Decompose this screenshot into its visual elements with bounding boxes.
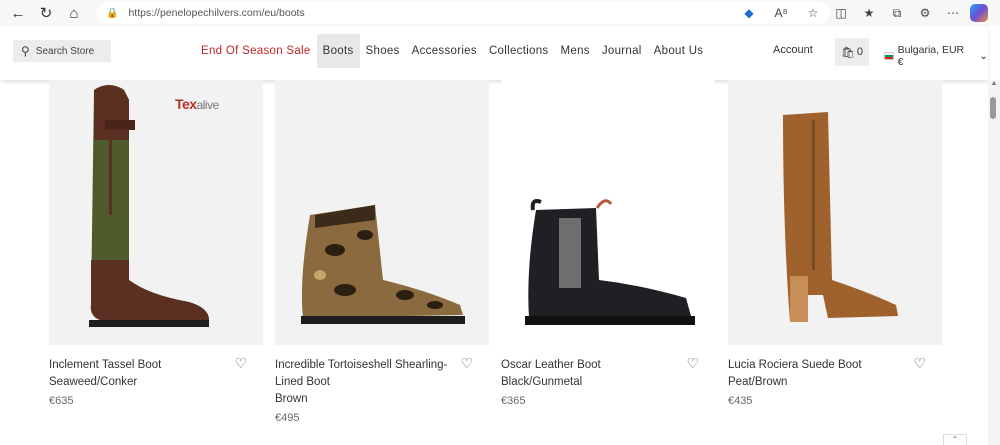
product-color: Brown xyxy=(275,393,308,405)
product-card[interactable]: Lucia Rociera Suede Boot Peat/Brown €435… xyxy=(728,80,942,407)
product-image[interactable] xyxy=(275,80,489,345)
extensions-icon[interactable]: ⚙ xyxy=(914,3,936,23)
product-color: Black/Gunmetal xyxy=(501,376,583,388)
product-price: €495 xyxy=(275,412,300,424)
scrollbar-thumb[interactable] xyxy=(990,97,996,119)
tag-icon[interactable]: ◆ xyxy=(738,3,760,23)
bag-icon: 🛍 xyxy=(841,46,855,59)
nav-item-sale[interactable]: End Of Season Sale xyxy=(195,34,317,68)
product-color: Peat/Brown xyxy=(728,376,788,388)
scrollbar[interactable] xyxy=(988,80,1000,445)
more-menu-icon[interactable]: ⋯ xyxy=(942,3,964,23)
favorites-icon[interactable]: ★ xyxy=(858,3,880,23)
back-icon[interactable]: ← xyxy=(4,1,32,25)
product-image[interactable]: Texalive xyxy=(49,80,263,345)
site-header: ⚲ Search Store End Of Season Sale Boots … xyxy=(0,26,988,80)
bag-count: 0 xyxy=(856,46,863,58)
search-icon: ⚲ xyxy=(21,44,30,58)
heart-icon[interactable]: ♡ xyxy=(234,355,247,372)
product-card[interactable]: Texalive Inclement Tassel Boot Seaweed/C… xyxy=(49,80,263,407)
nav-item-about[interactable]: About Us xyxy=(648,34,710,68)
heart-icon[interactable]: ♡ xyxy=(686,355,699,372)
browser-toolbar: ← ↻ ⌂ 🔒 https://penelopechilvers.com/eu/… xyxy=(0,0,1000,26)
product-name[interactable]: Inclement Tassel Boot xyxy=(49,357,263,374)
search-placeholder: Search Store xyxy=(35,45,95,57)
product-name[interactable]: Oscar Leather Boot xyxy=(501,357,715,374)
chevron-down-icon: ⌄ xyxy=(979,50,988,62)
split-screen-icon[interactable]: ◫ xyxy=(830,3,852,23)
address-bar[interactable]: 🔒 https://penelopechilvers.com/eu/boots … xyxy=(96,2,830,24)
product-image[interactable] xyxy=(728,80,942,345)
product-color: Seaweed/Conker xyxy=(49,376,138,388)
main-navigation: End Of Season Sale Boots Shoes Accessori… xyxy=(195,34,709,68)
nav-item-shoes[interactable]: Shoes xyxy=(360,34,406,68)
nav-item-journal[interactable]: Journal xyxy=(596,34,648,68)
nav-item-accessories[interactable]: Accessories xyxy=(406,34,483,68)
product-card[interactable]: Incredible Tortoiseshell Shearling-Lined… xyxy=(275,80,489,424)
scroll-up-icon[interactable]: ▲ xyxy=(988,80,1000,92)
read-aloud-icon[interactable]: A⁸ xyxy=(770,3,792,23)
product-image[interactable] xyxy=(501,80,715,345)
collections-icon[interactable]: ⧉ xyxy=(886,3,908,23)
nav-item-collections[interactable]: Collections xyxy=(483,34,555,68)
product-price: €635 xyxy=(49,395,74,407)
shopping-bag-button[interactable]: 🛍 0 xyxy=(835,38,869,66)
back-to-top-button[interactable]: ⌃ xyxy=(943,434,967,445)
product-card[interactable]: Oscar Leather Boot Black/Gunmetal €365 ♡ xyxy=(501,80,715,407)
home-icon[interactable]: ⌂ xyxy=(60,1,88,25)
copilot-icon[interactable] xyxy=(970,4,988,22)
url-text: https://penelopechilvers.com/eu/boots xyxy=(128,7,305,19)
refresh-icon[interactable]: ↻ xyxy=(32,1,60,25)
texalive-logo: Texalive xyxy=(175,96,219,112)
nav-item-mens[interactable]: Mens xyxy=(555,34,596,68)
favorite-star-icon[interactable]: ☆ xyxy=(802,3,824,23)
heart-icon[interactable]: ♡ xyxy=(913,355,926,372)
locale-label: Bulgaria, EUR € xyxy=(897,44,965,68)
product-price: €435 xyxy=(728,395,753,407)
bulgaria-flag-icon xyxy=(884,52,894,60)
lock-icon: 🔒 xyxy=(106,7,119,19)
search-input[interactable]: ⚲ Search Store xyxy=(13,40,111,62)
product-price: €365 xyxy=(501,395,526,407)
account-link[interactable]: Account xyxy=(773,44,813,56)
locale-selector[interactable]: Bulgaria, EUR € ⌄ xyxy=(884,44,988,68)
nav-item-boots[interactable]: Boots xyxy=(316,34,360,68)
product-name[interactable]: Lucia Rociera Suede Boot xyxy=(728,357,942,374)
heart-icon[interactable]: ♡ xyxy=(460,355,473,372)
product-name[interactable]: Incredible Tortoiseshell Shearling-Lined… xyxy=(275,357,489,391)
